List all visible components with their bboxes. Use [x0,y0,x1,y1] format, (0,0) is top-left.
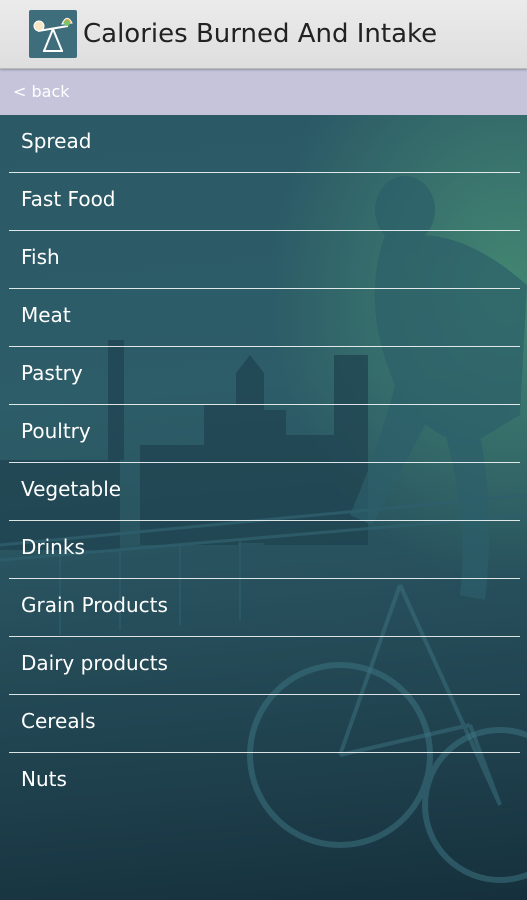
scale-icon[interactable] [29,10,77,58]
category-item-nuts[interactable]: Nuts [9,753,520,810]
category-label: Grain Products [21,593,168,617]
category-label: Dairy products [21,651,168,675]
category-item-spread[interactable]: Spread [9,115,520,173]
category-label: Vegetable [21,477,122,501]
action-bar: Calories Burned And Intake [0,0,527,69]
category-item-meat[interactable]: Meat [9,289,520,347]
category-list: Spread Fast Food Fish Meat Pastry Poultr… [9,115,520,810]
category-item-cereals[interactable]: Cereals [9,695,520,753]
category-label: Fast Food [21,187,116,211]
category-label: Poultry [21,419,91,443]
category-item-poultry[interactable]: Poultry [9,405,520,463]
category-item-drinks[interactable]: Drinks [9,521,520,579]
category-item-grain-products[interactable]: Grain Products [9,579,520,637]
category-label: Pastry [21,361,83,385]
category-label: Nuts [21,767,67,791]
back-bar: < back [0,69,527,115]
app-screen: Calories Burned And Intake < back Spread… [0,0,527,900]
category-label: Spread [21,129,92,153]
category-label: Cereals [21,709,96,733]
app-title: Calories Burned And Intake [83,19,438,49]
back-button[interactable]: < back [13,82,70,102]
category-item-pastry[interactable]: Pastry [9,347,520,405]
category-item-dairy-products[interactable]: Dairy products [9,637,520,695]
category-label: Drinks [21,535,85,559]
category-item-vegetable[interactable]: Vegetable [9,463,520,521]
category-label: Meat [21,303,71,327]
category-item-fast-food[interactable]: Fast Food [9,173,520,231]
category-item-fish[interactable]: Fish [9,231,520,289]
category-panel: Spread Fast Food Fish Meat Pastry Poultr… [0,115,527,900]
category-label: Fish [21,245,60,269]
